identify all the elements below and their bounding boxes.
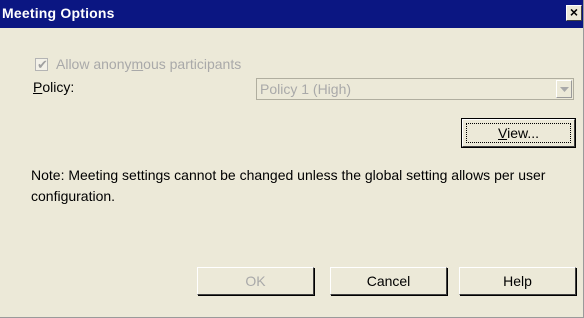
view-button-label: View... [498, 125, 539, 141]
meeting-options-dialog: Meeting Options × ✔ Allow anonymous part… [0, 0, 584, 318]
view-button[interactable]: View... [461, 118, 576, 148]
ok-button[interactable]: OK [197, 267, 314, 295]
dialog-body: ✔ Allow anonymous participants Policy: P… [0, 28, 583, 317]
cancel-button[interactable]: Cancel [330, 267, 447, 295]
allow-anonymous-label: Allow anonymous participants [56, 56, 242, 72]
close-icon: × [569, 4, 579, 20]
note-text: Note: Meeting settings cannot be changed… [31, 167, 546, 204]
policy-select-value: Policy 1 (High) [260, 81, 352, 97]
policy-select[interactable]: Policy 1 (High) [256, 78, 574, 100]
checkmark-icon: ✔ [37, 57, 48, 72]
help-button[interactable]: Help [459, 267, 576, 295]
title-bar[interactable]: Meeting Options × [0, 0, 583, 28]
close-button[interactable]: × [566, 5, 582, 21]
dialog-title: Meeting Options [2, 5, 115, 21]
allow-anonymous-checkbox[interactable]: ✔ [35, 57, 48, 72]
policy-dropdown-button[interactable] [556, 80, 572, 98]
policy-label: Policy: [33, 79, 75, 95]
chevron-down-icon [560, 87, 569, 92]
